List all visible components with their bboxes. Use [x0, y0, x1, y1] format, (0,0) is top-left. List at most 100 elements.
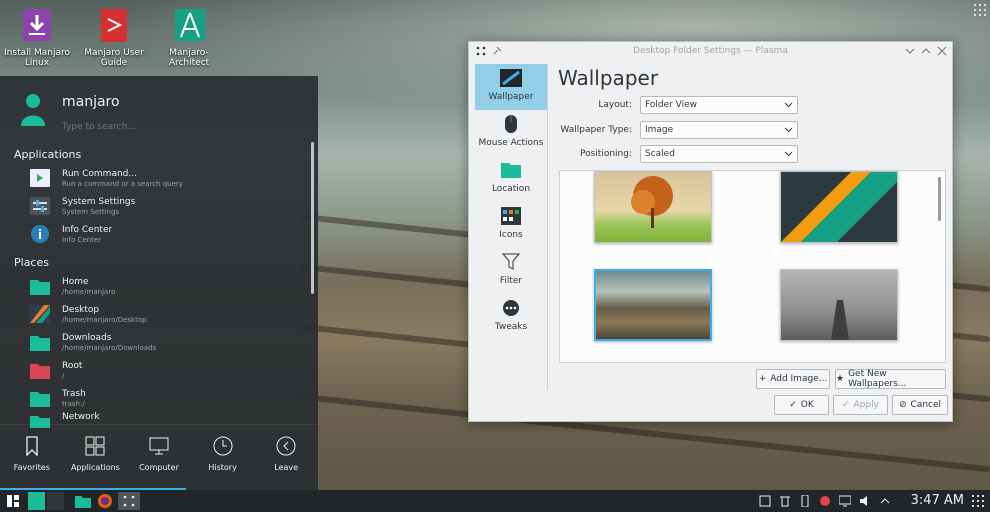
positioning-label: Positioning:: [580, 149, 632, 159]
download-icon: [21, 6, 53, 44]
place-root[interactable]: Root /: [0, 356, 318, 384]
launcher-header: manjaro: [0, 76, 318, 140]
wallpaper-grid-scrollbar[interactable]: [938, 177, 941, 221]
tab-applications[interactable]: Applications: [64, 425, 128, 490]
wallpaper-thumb-pier-sunset[interactable]: [594, 269, 712, 341]
desktop-folder-settings-dialog: Desktop Folder Settings — Plasma Wallpap…: [468, 41, 953, 422]
wallpaper-grid: [559, 170, 946, 363]
place-downloads[interactable]: Downloads/home/manjaro/Downloads: [0, 328, 318, 356]
wallpaper-type-row: Wallpaper Type: Image: [558, 121, 798, 139]
positioning-select[interactable]: Scaled: [640, 145, 798, 163]
menu-item-info-center[interactable]: Info Center Info Center: [0, 220, 318, 248]
mouse-icon: [500, 114, 522, 134]
settings-sidebar: Wallpaper Mouse Actions Location Icons F…: [475, 64, 547, 364]
tab-history[interactable]: History: [191, 425, 255, 490]
terminal-icon: [30, 168, 50, 188]
place-trash[interactable]: Trash trash:/: [0, 384, 318, 412]
trash-icon[interactable]: [778, 494, 792, 508]
clock-icon: [212, 435, 234, 457]
architect-icon: [173, 6, 205, 44]
system-tray: [758, 494, 892, 508]
check-icon: ✓: [842, 400, 850, 410]
minimize-icon[interactable]: [904, 45, 916, 57]
updates-icon[interactable]: [818, 494, 832, 508]
user-avatar-icon[interactable]: [18, 92, 48, 128]
launcher-scrollbar[interactable]: [311, 142, 314, 294]
close-icon[interactable]: [936, 45, 948, 57]
desktop-folder-icon: [30, 304, 50, 324]
clipboard-icon[interactable]: [758, 494, 772, 508]
sidebar-item-location[interactable]: Location: [475, 156, 547, 202]
firefox-icon[interactable]: [96, 492, 114, 510]
icons-grid-icon: [500, 206, 522, 226]
file-manager-icon[interactable]: [74, 492, 92, 510]
launcher-search-input[interactable]: [62, 122, 302, 132]
manjaro-launcher-icon[interactable]: [4, 492, 22, 510]
expand-tray-icon[interactable]: [878, 494, 892, 508]
tab-leave[interactable]: Leave: [254, 425, 318, 490]
get-new-wallpapers-button[interactable]: ★ Get New Wallpapers...: [835, 369, 946, 389]
clock[interactable]: 3:47 AM: [911, 493, 964, 508]
display-icon[interactable]: [838, 494, 852, 508]
root-folder-icon: [30, 360, 50, 380]
panel-toolbox-icon[interactable]: [972, 495, 984, 507]
menu-item-run-command[interactable]: Run Command... Run a command or a search …: [0, 164, 318, 192]
taskbar: 3:47 AM: [0, 490, 990, 512]
layout-row: Layout: Folder View: [558, 96, 798, 114]
tab-favorites[interactable]: Favorites: [0, 425, 64, 490]
cancel-button[interactable]: ⊘ Cancel: [892, 395, 948, 415]
desktop-icon-user-guide[interactable]: Manjaro User Guide: [80, 6, 148, 68]
sidebar-item-mouse-actions[interactable]: Mouse Actions: [475, 110, 547, 156]
sidebar-item-icons[interactable]: Icons: [475, 202, 547, 248]
dialog-titlebar[interactable]: Desktop Folder Settings — Plasma: [469, 42, 952, 62]
sidebar-item-tweaks[interactable]: Tweaks: [475, 294, 547, 340]
dialog-title: Desktop Folder Settings — Plasma: [633, 46, 788, 56]
more-icon: [500, 298, 522, 318]
menu-item-system-settings[interactable]: System Settings System Settings: [0, 192, 318, 220]
apps-grid-icon: [84, 435, 106, 457]
trash-folder-icon: [30, 388, 50, 408]
home-folder-icon: [30, 276, 50, 296]
wallpaper-type-select[interactable]: Image: [640, 121, 798, 139]
user-name: manjaro: [62, 94, 120, 110]
chevron-down-icon: [784, 151, 793, 157]
app-menu-icon[interactable]: [475, 45, 487, 57]
place-desktop[interactable]: Desktop/home/manjaro/Desktop: [0, 300, 318, 328]
desktop-toolbox-icon[interactable]: [974, 4, 986, 16]
bookmark-icon: [21, 435, 43, 457]
wallpaper-thumb-autumn-tree[interactable]: [594, 171, 712, 243]
folder-icon: [500, 160, 522, 180]
desktop-icon-architect[interactable]: Manjaro-Architect: [155, 6, 223, 68]
volume-icon[interactable]: [858, 494, 872, 508]
sidebar-divider: [547, 64, 548, 390]
positioning-row: Positioning: Scaled: [558, 145, 798, 163]
add-image-button[interactable]: + Add Image...: [756, 369, 830, 389]
application-launcher: manjaro Applications Run Command...Run a…: [0, 76, 318, 490]
pin-icon[interactable]: [491, 45, 503, 57]
desktop-icon-install[interactable]: Install Manjaro Linux: [3, 6, 71, 68]
maximize-icon[interactable]: [920, 45, 932, 57]
star-icon: ★: [836, 374, 845, 384]
layout-label: Layout:: [598, 100, 632, 110]
ok-button[interactable]: ✓ OK: [774, 395, 829, 415]
leave-icon: [275, 435, 297, 457]
page-title: Wallpaper: [558, 66, 659, 90]
sidebar-item-wallpaper[interactable]: Wallpaper: [475, 64, 547, 110]
plus-icon: +: [758, 374, 767, 384]
pdf-icon: [98, 6, 130, 44]
tab-computer[interactable]: Computer: [127, 425, 191, 490]
cancel-icon: ⊘: [898, 400, 907, 410]
settings-icon: [30, 196, 50, 216]
plasma-settings-icon[interactable]: [118, 492, 140, 510]
pager-icon[interactable]: [28, 492, 64, 510]
wallpaper-thumb-foggy-pier[interactable]: [780, 269, 898, 341]
apply-button[interactable]: ✓ Apply: [833, 395, 888, 415]
chevron-down-icon: [784, 102, 793, 108]
layout-select[interactable]: Folder View: [640, 96, 798, 114]
info-icon: [30, 224, 50, 244]
wallpaper-thumb-manjaro-stripes[interactable]: [780, 171, 898, 243]
check-icon: ✓: [789, 400, 797, 410]
sidebar-item-filter[interactable]: Filter: [475, 248, 547, 294]
place-home[interactable]: Home/home/manjaro: [0, 272, 318, 300]
phone-icon[interactable]: [798, 494, 812, 508]
